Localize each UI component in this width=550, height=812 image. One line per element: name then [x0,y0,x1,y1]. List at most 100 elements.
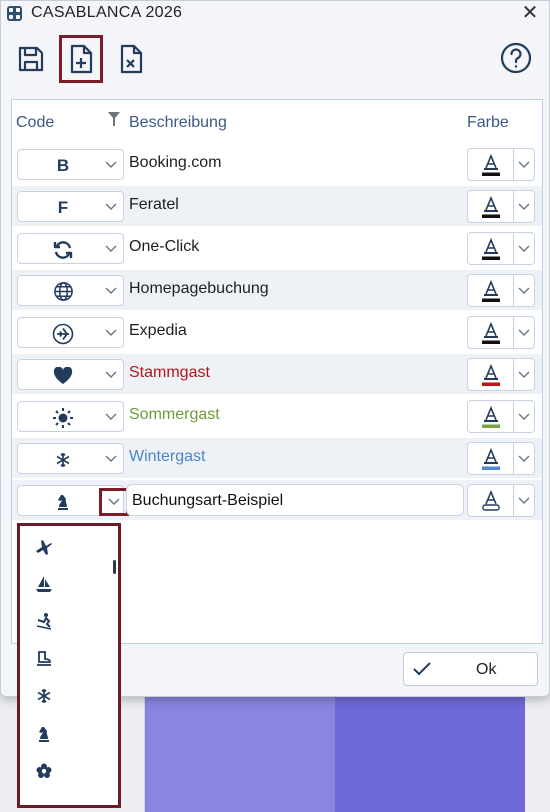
column-header-code[interactable]: Code [16,114,54,132]
color-dropdown-chevron[interactable] [514,275,534,306]
sailboat-icon[interactable] [32,574,56,594]
toolbar [1,31,549,87]
background-column [335,690,525,812]
chevron-down-icon[interactable] [98,150,124,179]
snowflake-icon[interactable] [32,686,56,706]
color-swatch[interactable] [468,275,514,306]
chevron-down-icon[interactable] [98,360,124,389]
table-row[interactable]: One-Click [12,228,542,268]
checkmark-icon [413,662,431,676]
color-dropdown-chevron[interactable] [514,401,534,432]
color-picker[interactable] [467,232,535,265]
plane-circle-icon [46,323,80,344]
color-dropdown-chevron[interactable] [514,317,534,348]
chess-knight-icon[interactable] [32,724,56,744]
color-dropdown-chevron[interactable] [514,485,534,516]
color-swatch[interactable] [468,401,514,432]
table-row[interactable]: Sommergast [12,396,542,436]
chevron-down-icon[interactable] [98,276,124,305]
color-dropdown-chevron[interactable] [514,149,534,180]
chevron-down-icon[interactable] [98,318,124,347]
help-button[interactable] [499,41,533,75]
ice-skate-icon[interactable] [32,649,56,669]
snowflake-icon [46,449,80,470]
ok-button[interactable]: Ok [403,652,538,686]
code-select[interactable] [17,443,124,474]
column-header-description[interactable]: Beschreibung [129,114,227,132]
text-color-icon [482,363,500,386]
color-swatch[interactable] [468,317,514,348]
delete-document-icon [120,44,143,74]
color-swatch[interactable] [468,149,514,180]
text-color-icon [482,321,500,344]
chevron-down-icon[interactable] [98,234,124,263]
table-row[interactable]: B Booking.com [12,144,542,184]
table-row[interactable]: Wintergast [12,438,542,478]
code-select[interactable] [17,233,124,264]
color-swatch[interactable] [468,191,514,222]
color-picker[interactable] [467,400,535,433]
new-button[interactable] [59,35,103,83]
row-description: Stammgast [129,364,210,381]
color-dropdown-chevron[interactable] [514,233,534,264]
help-icon [500,42,532,74]
table-row-editing[interactable]: Buchungsart-Beispiel [12,480,542,520]
color-picker[interactable] [467,190,535,223]
save-button[interactable] [9,35,53,83]
table-row[interactable]: Expedia [12,312,542,352]
row-description: Homepagebuchung [129,280,269,297]
code-select[interactable]: F [17,191,124,222]
color-swatch[interactable] [468,233,514,264]
code-select[interactable]: B [17,149,124,180]
code-select[interactable] [17,275,124,306]
save-icon [18,46,44,72]
table-header: Code Beschreibung Farbe [12,100,542,144]
globe-icon [46,281,80,302]
chevron-down-icon[interactable] [98,192,124,221]
color-picker[interactable] [467,274,535,307]
code-select[interactable] [17,401,124,432]
table-row[interactable]: Stammgast [12,354,542,394]
color-picker[interactable] [467,148,535,181]
column-header-color[interactable]: Farbe [467,114,509,132]
delete-button[interactable] [109,35,153,83]
airplane-icon[interactable] [32,536,56,556]
app-icon [7,6,22,21]
table-row[interactable]: F Feratel [12,186,542,226]
text-color-icon [482,153,500,176]
text-color-icon [482,237,500,260]
filter-icon[interactable] [108,112,120,126]
row-description: One-Click [129,238,200,255]
feratel-icon: F [57,197,69,217]
text-color-icon [482,405,500,428]
code-select[interactable] [17,317,124,348]
skier-icon[interactable] [32,611,56,631]
chevron-down-icon[interactable] [98,402,124,431]
chevron-down-icon[interactable] [98,444,124,473]
icon-dropdown-list[interactable] [17,523,121,808]
dropdown-item-partial[interactable] [32,798,56,805]
close-button[interactable]: ✕ [519,2,541,24]
color-dropdown-chevron[interactable] [514,359,534,390]
chevron-down-icon-selected[interactable] [99,488,129,516]
color-swatch[interactable] [468,359,514,390]
color-swatch[interactable] [468,485,514,516]
refresh-icon [46,239,80,260]
color-dropdown-chevron[interactable] [514,443,534,474]
color-swatch[interactable] [468,443,514,474]
code-select[interactable] [17,485,129,516]
color-dropdown-chevron[interactable] [514,191,534,222]
text-color-icon [482,490,500,511]
row-description: Wintergast [129,448,206,465]
color-picker[interactable] [467,358,535,391]
table-row[interactable]: Homepagebuchung [12,270,542,310]
background-column [145,690,335,812]
dropdown-scrollbar[interactable] [113,560,116,574]
color-picker[interactable] [467,484,535,517]
code-select[interactable] [17,359,124,390]
flower-icon[interactable] [32,761,56,781]
color-picker[interactable] [467,316,535,349]
description-input[interactable]: Buchungsart-Beispiel [126,484,464,516]
color-picker[interactable] [467,442,535,475]
row-description: Expedia [129,322,187,339]
